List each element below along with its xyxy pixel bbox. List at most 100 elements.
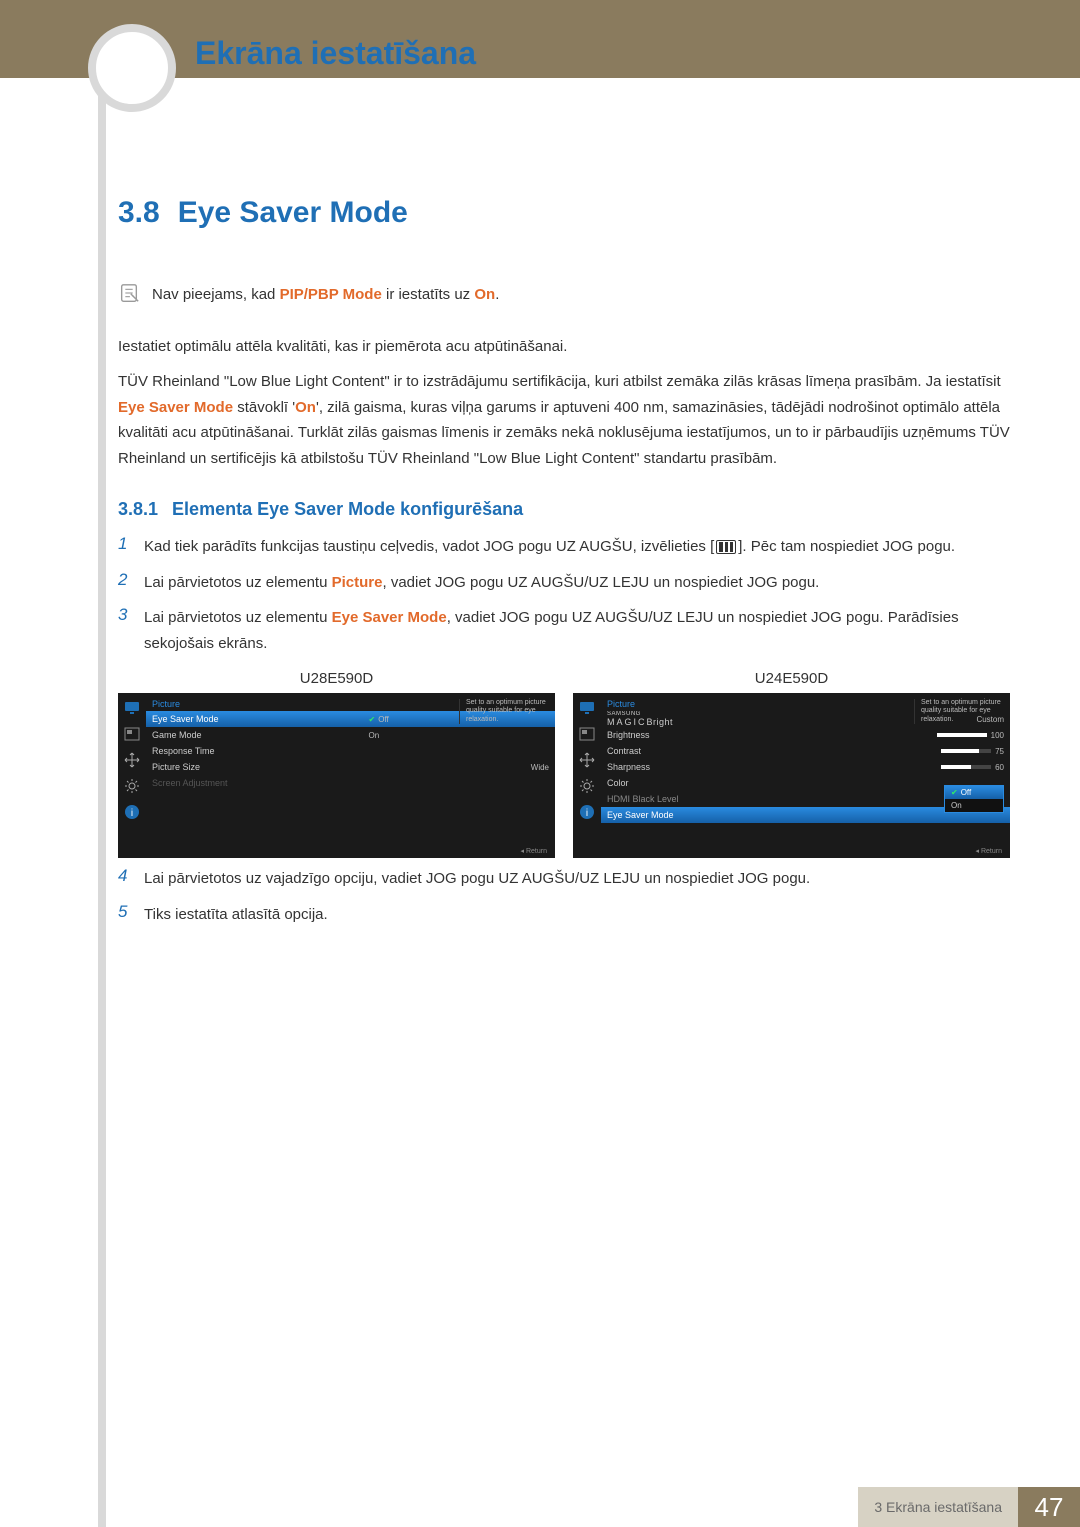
- option-on: On: [945, 799, 1003, 812]
- monitor-icon: [578, 699, 596, 717]
- osd-lbl: Eye Saver Mode: [152, 714, 369, 724]
- step-body: Lai pārvietotos uz elementu Picture, vad…: [144, 570, 1010, 596]
- page-number: 47: [1018, 1487, 1080, 1527]
- slider-bar: [937, 733, 987, 737]
- brand-magic: MAGIC: [607, 717, 647, 727]
- osd-row-sharpness: Sharpness 60: [601, 759, 1010, 775]
- osd-sidebar: i: [118, 693, 146, 858]
- section-heading: 3.8 Eye Saver Mode: [118, 196, 1010, 230]
- step-body: Tiks iestatīta atlasītā opcija.: [144, 902, 1010, 928]
- osd-screenshots: U28E590D i Picture Eye Saver Mode ✔Off: [118, 670, 1010, 858]
- osd-row-game-mode: Game Mode On: [146, 727, 555, 743]
- chapter-number-circle: [88, 24, 176, 112]
- osd-options: ✔Off On: [944, 785, 1004, 813]
- option-off: ✔Off: [945, 786, 1003, 799]
- step-num: 3: [118, 605, 144, 656]
- osd-options-col: ✔Off On: [940, 785, 1004, 813]
- check-icon: ✔: [369, 715, 376, 724]
- osd-val-num: 60: [995, 763, 1004, 772]
- note-row: Nav pieejams, kad PIP/PBP Mode ir iestat…: [118, 282, 1010, 308]
- note-pre: Nav pieejams, kad: [152, 286, 280, 303]
- move-icon: [123, 751, 141, 769]
- osd-return-label: Return: [981, 848, 1002, 855]
- osd-lbl: SAMSUNGMAGICBright: [607, 711, 824, 727]
- step-4: 4 Lai pārvietotos uz vajadzīgo opciju, v…: [118, 866, 1010, 892]
- section-title: Eye Saver Mode: [178, 196, 408, 229]
- menu-grid-icon: [716, 540, 736, 554]
- osd-lbl: Contrast: [607, 746, 824, 756]
- osd-lbl: Eye Saver Mode: [607, 810, 824, 820]
- step-5: 5 Tiks iestatīta atlasītā opcija.: [118, 902, 1010, 928]
- osd-col-left: U28E590D i Picture Eye Saver Mode ✔Off: [118, 670, 555, 858]
- step-num: 5: [118, 902, 144, 928]
- intro-para-1: Iestatiet optimālu attēla kvalitāti, kas…: [118, 334, 1010, 360]
- s2b: Picture: [332, 574, 383, 591]
- footer-spacer: [0, 1487, 858, 1527]
- s3b: Eye Saver Mode: [332, 609, 447, 626]
- osd-row-contrast: Contrast 75: [601, 743, 1010, 759]
- osd-return: ◂ Return: [521, 847, 547, 855]
- osd-lbl: Screen Adjustment: [152, 778, 369, 788]
- p2c: stāvoklī ': [233, 399, 295, 416]
- osd-lbl: Response Time: [152, 746, 369, 756]
- svg-text:i: i: [586, 808, 588, 819]
- note-icon: [118, 282, 140, 304]
- footer-chapter-label: 3 Ekrāna iestatīšana: [858, 1487, 1018, 1527]
- osd-panel-right: i Picture SAMSUNGMAGICBright Custom Brig…: [573, 693, 1010, 858]
- osd-val-num: 75: [995, 747, 1004, 756]
- osd-return: ◂ Return: [976, 847, 1002, 855]
- header-left: [0, 0, 98, 78]
- p2b: Eye Saver Mode: [118, 399, 233, 416]
- osd-model-right: U24E590D: [573, 670, 1010, 687]
- s2a: Lai pārvietotos uz elementu: [144, 574, 332, 591]
- page-footer: 3 Ekrāna iestatīšana 47: [0, 1487, 1080, 1527]
- osd-val-text: Off: [378, 715, 389, 724]
- osd-model-left: U28E590D: [118, 670, 555, 687]
- monitor-icon: [123, 699, 141, 717]
- osd-row-picture-size: Picture Size Wide: [146, 759, 555, 775]
- subsection-heading: 3.8.1Elementa Eye Saver Mode konfigurēša…: [118, 499, 1010, 520]
- step-3: 3 Lai pārvietotos uz elementu Eye Saver …: [118, 605, 1010, 656]
- picture-icon: [123, 725, 141, 743]
- brand-bright: Bright: [647, 717, 674, 727]
- osd-lbl: HDMI Black Level: [607, 794, 940, 804]
- osd-row-brightness: Brightness 100: [601, 727, 1010, 743]
- osd-val: 60: [824, 763, 1004, 772]
- osd-val-num: 100: [991, 731, 1004, 740]
- intro-para-2: TÜV Rheinland "Low Blue Light Content" i…: [118, 369, 1010, 471]
- osd-val: 100: [824, 731, 1004, 740]
- osd-val: 75: [824, 747, 1004, 756]
- slider-bar: [941, 749, 991, 753]
- chapter-title: Ekrāna iestatīšana: [195, 35, 476, 72]
- s1a: Kad tiek parādīts funkcijas taustiņu ceļ…: [144, 538, 714, 555]
- osd-panel-left: i Picture Eye Saver Mode ✔Off Game Mode …: [118, 693, 555, 858]
- info-icon: i: [578, 803, 596, 821]
- osd-lbl: Sharpness: [607, 762, 824, 772]
- note-text: Nav pieejams, kad PIP/PBP Mode ir iestat…: [152, 282, 499, 308]
- osd-return-label: Return: [526, 848, 547, 855]
- osd-sidebar: i: [573, 693, 601, 858]
- slider-bar: [941, 765, 991, 769]
- step-body: Lai pārvietotos uz elementu Eye Saver Mo…: [144, 605, 1010, 656]
- check-icon: ✔: [951, 788, 958, 797]
- osd-row-hdmi-black: HDMI Black Level ✔Off On: [601, 791, 1010, 807]
- p2a: TÜV Rheinland "Low Blue Light Content" i…: [118, 373, 1001, 390]
- picture-icon: [578, 725, 596, 743]
- opt-label: Off: [961, 788, 972, 797]
- page-content: 3.8 Eye Saver Mode Nav pieejams, kad PIP/…: [118, 196, 1010, 937]
- note-bold2: On: [474, 286, 495, 303]
- osd-lbl: Game Mode: [152, 730, 369, 740]
- osd-lbl: Picture Size: [152, 762, 369, 772]
- gear-icon: [123, 777, 141, 795]
- s2c: , vadiet JOG pogu UZ AUGŠU/UZ LEJU un no…: [382, 574, 819, 591]
- note-bold1: PIP/PBP Mode: [280, 286, 382, 303]
- section-number: 3.8: [118, 196, 160, 229]
- osd-val: On: [369, 731, 549, 740]
- slider-fill: [941, 749, 979, 753]
- step-num: 2: [118, 570, 144, 596]
- osd-lbl: Brightness: [607, 730, 824, 740]
- step-body: Kad tiek parādīts funkcijas taustiņu ceļ…: [144, 534, 1010, 560]
- gear-icon: [578, 777, 596, 795]
- osd-col-right: U24E590D i Picture SAMSUNGMAGICBright Cu…: [573, 670, 1010, 858]
- osd-row-response-time: Response Time: [146, 743, 555, 759]
